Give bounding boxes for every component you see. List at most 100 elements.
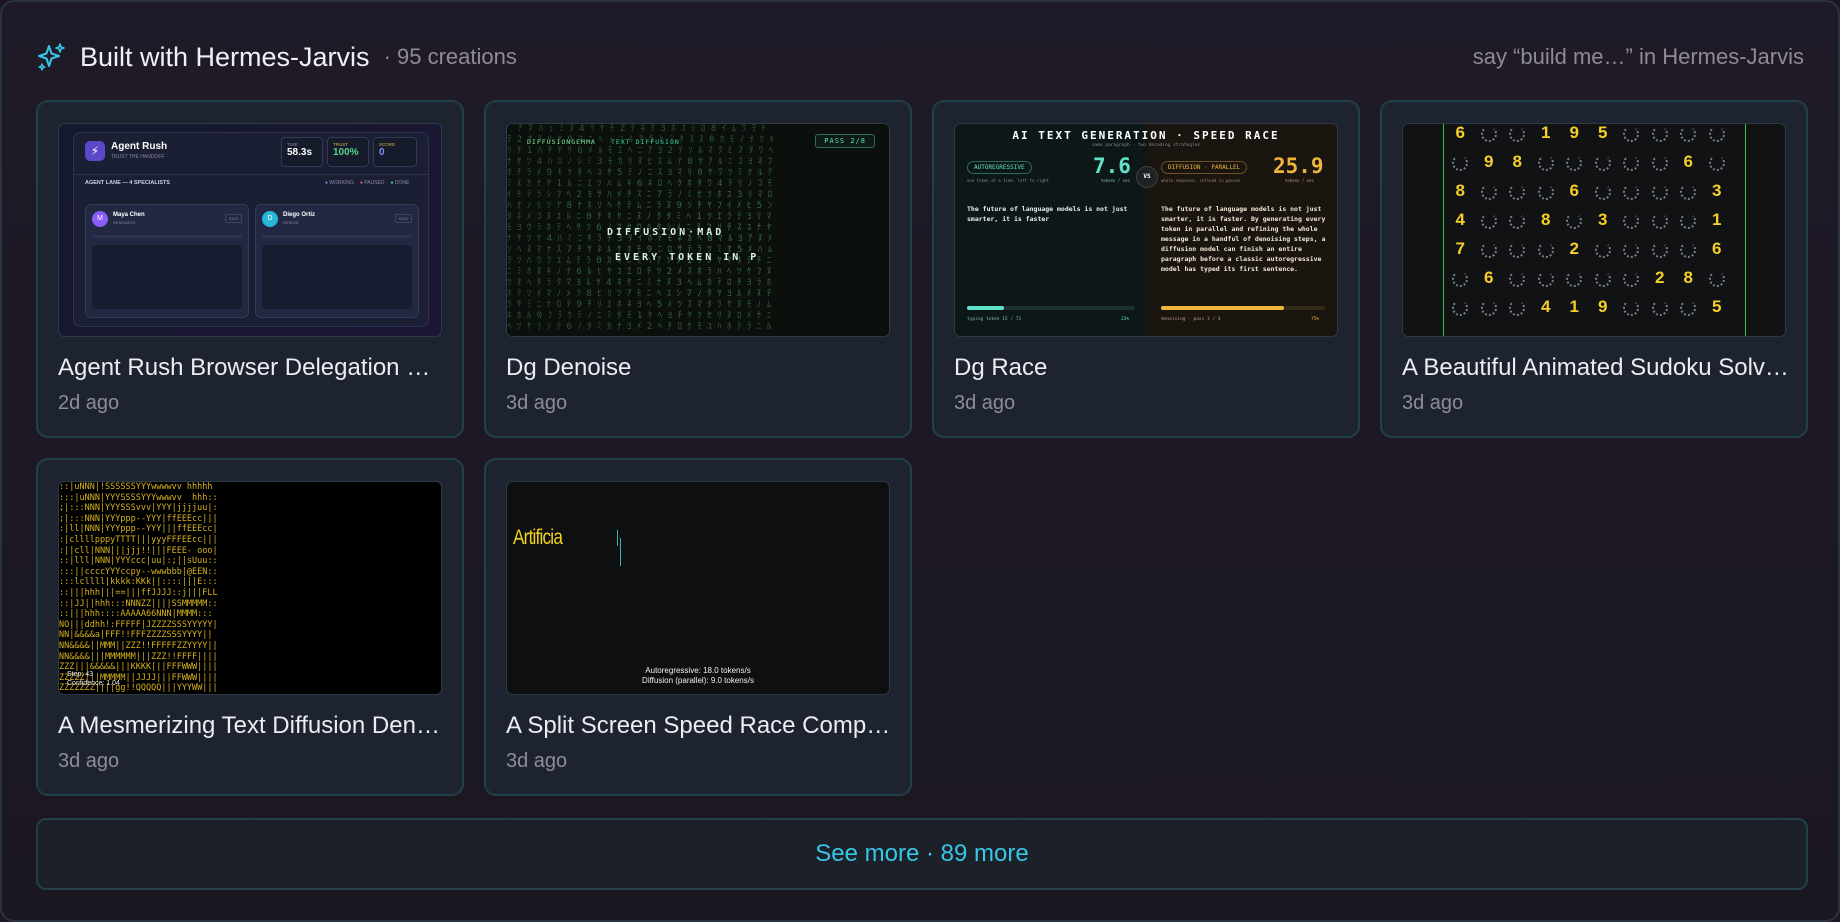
right-text: The future of language models is not jus… <box>1161 205 1326 273</box>
panel-header: Built with Hermes-Jarvis · 95 creations … <box>36 40 1804 74</box>
sudoku-empty-cell <box>1703 263 1732 292</box>
glyph-rain: ::|uNNN|!SSSSSSYYYwwwwvv hhhhh :::|uNNN|… <box>59 482 218 694</box>
sudoku-cell: 5 <box>1712 297 1722 316</box>
sudoku-empty-cell <box>1446 292 1475 321</box>
spinner-icon <box>1480 242 1497 258</box>
sparkle-icon <box>38 43 65 71</box>
spinner-icon <box>1623 213 1639 229</box>
spinner-icon <box>1452 155 1468 171</box>
creation-thumbnail: ::|uNNN|!SSSSSSYYYwwwwvv hhhhh :::|uNNN|… <box>58 481 442 695</box>
right-pct: 75% <box>1311 317 1320 322</box>
agent-name: Diego Ortiz <box>283 212 316 218</box>
card-timestamp: 3d ago <box>954 392 1016 414</box>
card-title: A Mesmerizing Text Diffusion Den… <box>58 712 440 739</box>
spinner-icon <box>1680 126 1696 142</box>
right-progress-fill <box>1161 306 1284 310</box>
sudoku-empty-cell <box>1475 124 1504 147</box>
sudoku-cell: 8 <box>1512 152 1522 171</box>
ar-speed-line: Autoregressive: 18.0 tokens/s <box>645 666 751 675</box>
lightning-icon: ⚡ <box>85 141 105 161</box>
right-footer: denoising · pass 3 / 4 <box>1161 317 1221 322</box>
spinner-icon <box>1594 242 1611 258</box>
spinner-icon <box>1537 155 1554 171</box>
see-more-button[interactable]: See more · 89 more <box>36 818 1808 890</box>
spinner-icon <box>1680 213 1696 229</box>
sudoku-cell: 6 <box>1712 239 1722 258</box>
spinner-icon <box>1623 271 1639 287</box>
sudoku-empty-cell <box>1646 124 1675 147</box>
sudoku-empty-cell <box>1446 147 1475 176</box>
creation-card[interactable]: 619598686348317266284195 A Beautiful Ani… <box>1380 100 1808 438</box>
thumb-time-value: 58.3s <box>287 147 313 158</box>
sudoku-empty-cell <box>1674 124 1703 147</box>
spinner-icon <box>1651 155 1668 171</box>
creation-card[interactable]: ｱ 7 ﾊ ; ﾐ ﾇ 4 ﾗ ｹ ﾓ Z ﾃ ﾈ ｸ 3 ﾎ ﾕ ｼ ﾛ 8 … <box>484 100 912 438</box>
sudoku-empty-cell <box>1646 147 1675 176</box>
creation-card[interactable]: Artificia Autoregressive: 18.0 tokens/s … <box>484 458 912 796</box>
spinner-icon <box>1566 271 1582 287</box>
sudoku-empty-cell <box>1617 176 1646 205</box>
spinner-icon <box>1480 184 1497 200</box>
sudoku-empty-cell <box>1646 176 1675 205</box>
sudoku-cell: 3 <box>1598 210 1608 229</box>
sudoku-empty-cell <box>1560 263 1589 292</box>
sudoku-empty-cell <box>1503 205 1532 234</box>
spinner-icon <box>1480 126 1497 142</box>
sudoku-empty-cell <box>1589 263 1618 292</box>
sudoku-empty-cell <box>1589 176 1618 205</box>
sudoku-cell: 3 <box>1712 181 1722 200</box>
card-timestamp: 3d ago <box>58 750 120 772</box>
right-desc: whole sequence, refined in passes <box>1161 178 1241 183</box>
spinner-icon <box>1566 213 1582 229</box>
sudoku-empty-cell <box>1674 176 1703 205</box>
typing-cursor <box>617 530 618 546</box>
sudoku-empty-cell <box>1475 205 1504 234</box>
sudoku-cell: 1 <box>1712 210 1722 229</box>
legend-working: WORKING <box>329 180 354 186</box>
sudoku-cell: 5 <box>1598 123 1608 142</box>
creation-card[interactable]: ⚡ Agent Rush TRUST THE HANDOFF TIME 58.3… <box>36 100 464 438</box>
spinner-icon <box>1537 271 1554 287</box>
spinner-icon <box>1509 184 1525 200</box>
thumb-brand: Agent Rush <box>111 141 168 152</box>
left-unit: tokens / sec <box>1101 178 1130 183</box>
creation-card[interactable]: AI TEXT GENERATION · SPEED RACE same par… <box>932 100 1360 438</box>
sudoku-cell: 1 <box>1569 297 1579 316</box>
sudoku-empty-cell <box>1617 124 1646 147</box>
sudoku-cell: 2 <box>1655 268 1665 287</box>
spinner-icon <box>1680 242 1696 258</box>
legend-done: DONE <box>394 180 410 186</box>
agent-status: IDLE <box>395 214 412 223</box>
card-title: Agent Rush Browser Delegation G… <box>58 354 446 381</box>
right-badge: DIFFUSION · PARALLEL <box>1161 161 1248 174</box>
spinner-icon <box>1480 213 1497 229</box>
sudoku-cell: 4 <box>1455 210 1465 229</box>
spinner-icon <box>1708 271 1725 287</box>
left-desc: one token at a time, left to right <box>967 178 1049 183</box>
legend-paused: PAUSED <box>364 180 385 186</box>
creation-card[interactable]: ::|uNNN|!SSSSSSYYYwwwwvv hhhhh :::|uNNN|… <box>36 458 464 796</box>
spinner-icon <box>1452 300 1468 316</box>
spinner-icon <box>1509 242 1525 258</box>
sudoku-empty-cell <box>1475 234 1504 263</box>
sudoku-empty-cell <box>1646 292 1675 321</box>
spinner-icon <box>1566 155 1582 171</box>
sudoku-cell: 6 <box>1683 152 1693 171</box>
creation-thumbnail: AI TEXT GENERATION · SPEED RACE same par… <box>954 123 1338 337</box>
sudoku-empty-cell <box>1503 176 1532 205</box>
thumb-trust-value: 100% <box>333 147 359 158</box>
card-timestamp: 3d ago <box>506 750 568 772</box>
left-footer: typing token 15 / 72 <box>967 317 1022 322</box>
card-timestamp: 2d ago <box>58 392 120 414</box>
spinner-icon <box>1623 184 1639 200</box>
sudoku-empty-cell <box>1503 292 1532 321</box>
agent-status: IDLE <box>225 214 242 223</box>
sudoku-empty-cell <box>1617 147 1646 176</box>
card-title: Dg Denoise <box>506 354 632 381</box>
sudoku-empty-cell <box>1532 234 1561 263</box>
typing-cursor <box>620 538 621 566</box>
sudoku-empty-cell <box>1446 263 1475 292</box>
typed-word: Artificia <box>513 526 563 549</box>
sudoku-cell: 8 <box>1683 268 1693 287</box>
sudoku-cell: 2 <box>1569 239 1579 258</box>
